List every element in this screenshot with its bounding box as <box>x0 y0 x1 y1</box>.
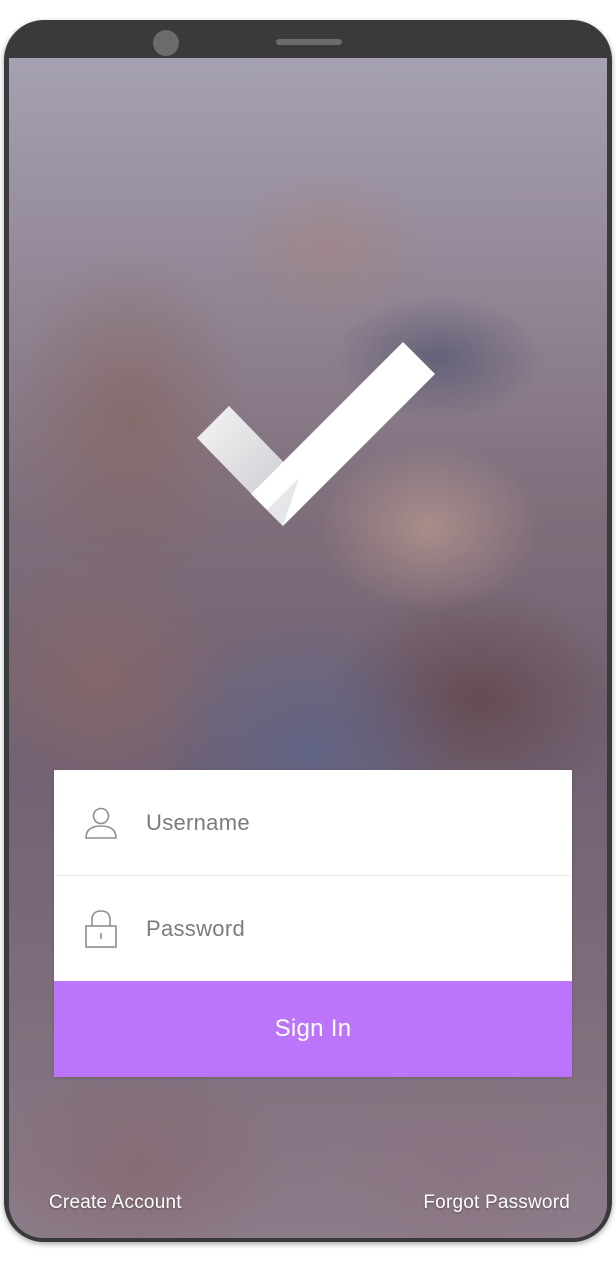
username-input[interactable] <box>144 808 528 837</box>
sign-in-button[interactable]: Sign In <box>54 981 572 1077</box>
lock-icon <box>83 909 119 949</box>
forgot-password-link[interactable]: Forgot Password <box>423 1192 570 1214</box>
username-field <box>54 770 572 875</box>
phone-frame: Sign In Create Account Forgot Password <box>4 20 612 1242</box>
create-account-link[interactable]: Create Account <box>49 1192 182 1214</box>
password-input[interactable] <box>144 914 528 943</box>
earpiece-speaker <box>276 39 342 45</box>
login-screen: Sign In Create Account Forgot Password <box>9 58 607 1238</box>
password-field <box>54 875 572 981</box>
login-card: Sign In <box>54 770 572 1077</box>
front-camera <box>153 30 179 56</box>
checkmark-logo-icon <box>197 342 435 526</box>
user-icon <box>83 803 119 843</box>
